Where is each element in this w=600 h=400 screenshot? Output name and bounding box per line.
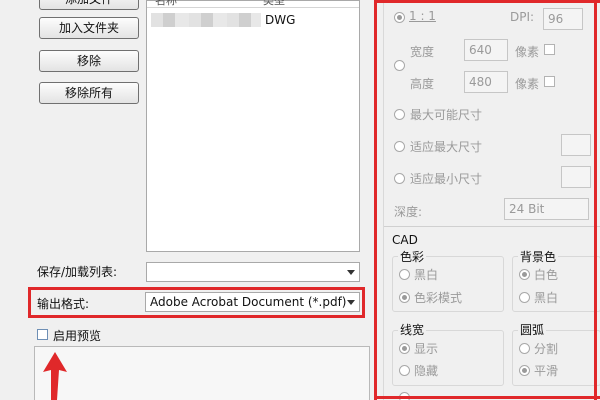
output-format-value: Adobe Acrobat Document (*.pdf) (150, 295, 347, 309)
arrow-up-icon (43, 352, 67, 400)
color-bw-radio[interactable] (399, 269, 410, 280)
color-bw-label: 黑白 (414, 268, 439, 282)
linewidth-group (392, 330, 504, 386)
arc-split-radio[interactable] (519, 343, 530, 354)
fit-min-radio[interactable] (394, 173, 405, 184)
chevron-down-icon (347, 300, 355, 305)
ratio-radio[interactable] (394, 12, 405, 23)
custom-size-radio[interactable] (394, 60, 405, 71)
remove-all-button[interactable]: 移除所有 (39, 82, 139, 104)
file-list-header: 名称 类型 (147, 0, 359, 8)
add-files-button[interactable]: 添加文件 (39, 0, 139, 10)
fit-max-radio[interactable] (394, 141, 405, 152)
bg-black-label: 黑白 (534, 291, 559, 305)
highlight-frame-right (594, 0, 597, 400)
save-load-select[interactable] (146, 262, 360, 282)
arc-split-label: 分割 (534, 342, 559, 356)
width-field[interactable]: 640 (464, 39, 508, 61)
fit-max-field[interactable] (561, 134, 591, 156)
dpi-label: DPI: (510, 10, 535, 24)
lw-show-radio[interactable] (399, 343, 410, 354)
background-group-title: 背景色 (518, 248, 559, 265)
blurred-filename (151, 13, 261, 27)
height-unit: 像素 (515, 77, 540, 91)
arc-smooth-radio[interactable] (519, 365, 530, 376)
save-load-label: 保存/加载列表: (37, 265, 118, 279)
lw-hide-label: 隐藏 (414, 364, 439, 378)
width-label: 宽度 (410, 45, 435, 59)
linewidth-group-title: 线宽 (398, 321, 427, 338)
height-label: 高度 (410, 77, 435, 91)
arc-group-title: 圆弧 (518, 321, 547, 338)
file-list[interactable]: 名称 类型 DWG (146, 0, 360, 252)
file-type-cell: DWG (265, 13, 296, 27)
highlight-frame-bottom (374, 396, 600, 399)
dpi-field[interactable]: 96 (543, 8, 583, 30)
color-mode-label: 色彩模式 (414, 291, 463, 305)
chevron-down-icon (347, 270, 355, 275)
enable-preview-label[interactable]: 启用预览 (53, 327, 101, 344)
divider (384, 226, 600, 227)
preview-area (34, 346, 370, 400)
max-size-label: 最大可能尺寸 (410, 108, 483, 122)
max-size-radio[interactable] (394, 109, 405, 120)
height-checkbox[interactable] (544, 76, 555, 87)
settings-panel: 1 : 1 DPI: 96 宽度 640 像素 高度 480 像素 最大可能尺寸… (383, 0, 600, 400)
file-panel: 添加文件 加入文件夹 移除 移除所有 名称 类型 DWG 保存/加载列表: 输出… (0, 0, 383, 400)
highlight-frame-top (374, 0, 600, 3)
output-format-select[interactable]: Adobe Acrobat Document (*.pdf) (145, 292, 360, 312)
width-checkbox[interactable] (544, 44, 555, 55)
height-field[interactable]: 480 (464, 71, 508, 93)
fit-min-label: 适应最小尺寸 (410, 172, 483, 186)
header-type[interactable]: 类型 (263, 0, 285, 8)
cad-title: CAD (392, 233, 418, 247)
ratio-label: 1 : 1 (409, 9, 436, 23)
bg-black-radio[interactable] (519, 292, 530, 303)
depth-select[interactable]: 24 Bit (504, 198, 589, 220)
output-format-label: 输出格式: (37, 297, 90, 311)
bg-white-label: 白色 (534, 268, 559, 282)
depth-label: 深度: (394, 205, 423, 219)
highlight-frame-left (374, 0, 377, 400)
color-group-title: 色彩 (398, 248, 427, 265)
color-mode-radio[interactable] (399, 292, 410, 303)
bg-white-radio[interactable] (519, 269, 530, 280)
add-folder-button[interactable]: 加入文件夹 (39, 17, 139, 39)
converter-window: 添加文件 加入文件夹 移除 移除所有 名称 类型 DWG 保存/加载列表: 输出… (0, 0, 600, 400)
remove-button[interactable]: 移除 (39, 50, 139, 72)
fit-max-label: 适应最大尺寸 (410, 140, 483, 154)
width-unit: 像素 (515, 45, 540, 59)
lw-hide-radio[interactable] (399, 365, 410, 376)
list-item[interactable]: DWG (151, 11, 295, 29)
header-name[interactable]: 名称 (155, 0, 177, 8)
arc-smooth-label: 平滑 (534, 364, 559, 378)
fit-min-field[interactable] (561, 166, 591, 188)
lw-show-label: 显示 (414, 342, 439, 356)
enable-preview-checkbox[interactable] (37, 329, 48, 340)
